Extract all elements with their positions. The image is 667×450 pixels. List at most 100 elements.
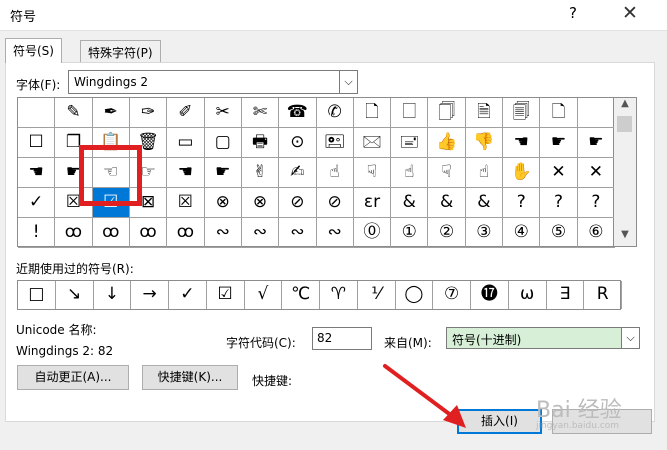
scroll-thumb[interactable] — [617, 116, 632, 132]
symbol-cell[interactable]: ✕ — [577, 158, 615, 188]
recent-symbol-cell[interactable]: ◯ — [396, 281, 434, 309]
insert-button[interactable]: 插入(I) — [457, 409, 542, 434]
symbol-cell[interactable]: ① — [391, 218, 429, 248]
recent-symbol-cell[interactable]: ω — [509, 281, 547, 309]
symbol-cell[interactable]: ☛ — [204, 158, 242, 188]
symbol-cell[interactable]: 🗍 — [428, 98, 466, 128]
symbol-cell[interactable]: ɛr — [353, 188, 392, 218]
symbol-cell[interactable]: ∾ — [241, 218, 280, 248]
symbol-cell[interactable]: ☝ — [391, 158, 429, 188]
symbol-cell[interactable]: 👎 — [465, 128, 504, 158]
symbol-cell[interactable]: ∾ — [279, 218, 317, 248]
shortcut-key-button[interactable]: 快捷键(K)... — [142, 365, 238, 390]
symbol-cell[interactable]: 🖃 — [391, 128, 429, 158]
recent-symbol-cell[interactable]: √ — [245, 281, 283, 309]
symbol-cell[interactable]: & — [428, 188, 466, 218]
symbol-cell[interactable]: ✌ — [241, 158, 280, 188]
symbol-cell[interactable]: ∾ — [204, 218, 242, 248]
help-button[interactable]: ? — [569, 4, 577, 22]
symbol-cell[interactable]: ③ — [465, 218, 504, 248]
autocorrect-button[interactable]: 自动更正(A)... — [17, 365, 129, 390]
symbol-cell[interactable]: ✂ — [204, 98, 242, 128]
symbol-cell[interactable]: ⑥ — [577, 218, 615, 248]
symbol-cell[interactable]: ☝ — [465, 158, 504, 188]
recent-symbol-cell[interactable]: ℃ — [282, 281, 320, 309]
scroll-up-icon[interactable]: ▲ — [614, 98, 636, 115]
symbol-cell[interactable]: 🗎 — [465, 98, 504, 128]
symbol-cell[interactable]: ? — [540, 188, 578, 218]
symbol-cell[interactable]: 👍 — [428, 128, 466, 158]
recent-symbol-cell[interactable]: → — [131, 281, 169, 309]
symbol-cell[interactable]: ⊘ — [316, 188, 354, 218]
symbol-cell[interactable]: ⊘ — [279, 188, 317, 218]
symbol-cell[interactable]: ☟ — [353, 158, 392, 188]
symbol-cell[interactable]: ▭ — [167, 128, 205, 158]
symbol-cell[interactable]: ? — [577, 188, 615, 218]
symbol-cell[interactable]: ▢ — [204, 128, 242, 158]
symbol-cell[interactable]: 🗋 — [540, 98, 578, 128]
tab-symbols[interactable]: 符号(S) — [5, 38, 62, 63]
close-button[interactable]: ✕ — [622, 2, 638, 24]
symbol-cell[interactable]: 🗐 — [503, 98, 541, 128]
tab-special-characters[interactable]: 特殊字符(P) — [80, 40, 161, 62]
recent-symbol-cell[interactable]: ⅟ — [358, 281, 396, 309]
symbol-cell[interactable]: ☚ — [18, 158, 56, 188]
symbol-cell[interactable]: ⊙ — [279, 128, 317, 158]
symbol-cell[interactable]: ② — [428, 218, 466, 248]
recent-symbol-cell[interactable]: ⓱ — [471, 281, 509, 309]
symbol-cell[interactable]: ꝏ — [167, 218, 205, 248]
symbol-cell[interactable]: 🖭 — [316, 128, 354, 158]
symbol-cell[interactable]: ⓪ — [353, 218, 392, 248]
symbol-cell[interactable]: 🗌 — [391, 98, 429, 128]
recent-symbol-cell[interactable]: R — [584, 281, 622, 309]
symbol-cell[interactable]: ✆ — [316, 98, 354, 128]
symbol-cell[interactable]: ✎ — [55, 98, 93, 128]
symbol-cell[interactable]: ☛ — [577, 128, 615, 158]
recent-symbol-cell[interactable]: ☑ — [207, 281, 245, 309]
symbol-cell[interactable]: ✒ — [92, 98, 130, 128]
chevron-down-icon[interactable]: ⌵ — [339, 71, 357, 93]
symbol-cell[interactable]: ∾ — [316, 218, 354, 248]
from-select[interactable]: 符号(十进制) ⌵ — [446, 327, 640, 349]
chevron-down-icon[interactable]: ⌵ — [621, 328, 639, 348]
font-select[interactable]: Wingdings 2 ⌵ — [68, 70, 358, 94]
symbol-cell[interactable]: 🖶 — [241, 128, 280, 158]
char-code-field[interactable]: 82 — [312, 327, 372, 350]
grid-scrollbar[interactable]: ▲ ▼ — [614, 97, 637, 247]
symbol-cell[interactable]: ☐ — [18, 128, 56, 158]
symbol-cell[interactable]: ☒ — [167, 188, 205, 218]
symbol-cell[interactable]: ⑤ — [540, 218, 578, 248]
symbol-cell[interactable]: ꝏ — [129, 218, 168, 248]
symbol-cell[interactable]: ✓ — [18, 188, 56, 218]
symbol-cell[interactable]: ⊗ — [204, 188, 242, 218]
symbol-cell[interactable]: ✑ — [129, 98, 168, 128]
symbol-cell[interactable]: ꝏ — [92, 218, 130, 248]
recent-symbol-cell[interactable]: ∃ — [547, 281, 585, 309]
symbol-cell[interactable]: ? — [503, 188, 541, 218]
symbol-cell[interactable]: ✐ — [167, 98, 205, 128]
symbol-cell[interactable]: ☎ — [279, 98, 317, 128]
symbol-cell[interactable]: ꝏ — [55, 218, 93, 248]
symbol-cell[interactable]: ☝ — [316, 158, 354, 188]
scroll-down-icon[interactable]: ▼ — [614, 229, 636, 246]
symbol-cell[interactable]: ⊗ — [241, 188, 280, 218]
recent-symbol-cell[interactable]: ♈ — [320, 281, 358, 309]
recent-symbol-cell[interactable]: ✓ — [169, 281, 207, 309]
symbol-cell[interactable]: ☚ — [503, 128, 541, 158]
symbol-cell[interactable]: ☛ — [540, 128, 578, 158]
recent-symbol-cell[interactable]: ⑦ — [433, 281, 471, 309]
symbol-cell[interactable]: 🖂 — [353, 128, 392, 158]
recent-symbol-cell[interactable]: □ — [18, 281, 56, 309]
recent-symbols-row[interactable]: □ ↘ ↓ → ✓ ☑ √ ℃ ♈ ⅟ ◯ ⑦ ⓱ ω ∃ R — [17, 280, 622, 310]
symbol-cell[interactable]: ! — [18, 218, 56, 248]
symbol-cell[interactable]: ☟ — [428, 158, 466, 188]
symbol-cell[interactable] — [18, 98, 56, 128]
symbol-cell[interactable]: & — [465, 188, 504, 218]
symbol-cell[interactable]: ☚ — [167, 158, 205, 188]
symbol-cell[interactable]: ✕ — [540, 158, 578, 188]
symbol-cell[interactable]: ✍ — [279, 158, 317, 188]
symbol-cell[interactable]: ✋ — [503, 158, 541, 188]
symbol-cell[interactable]: ✄ — [241, 98, 280, 128]
symbol-cell[interactable]: 🗋 — [353, 98, 392, 128]
symbol-cell[interactable] — [577, 98, 615, 128]
